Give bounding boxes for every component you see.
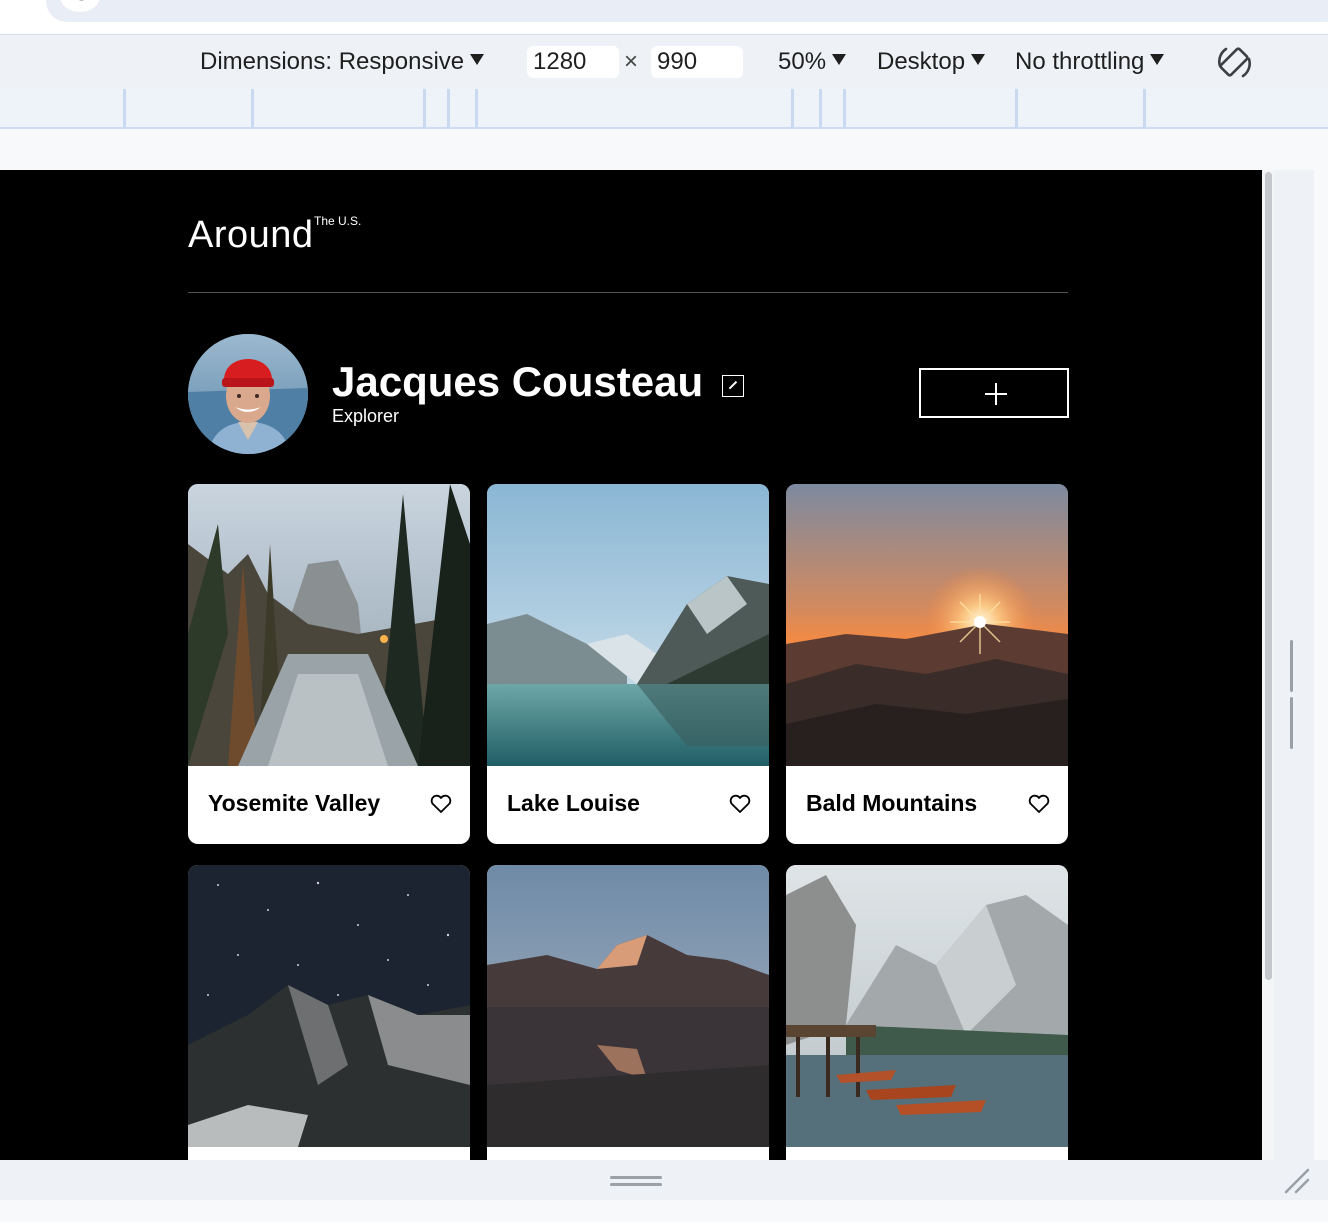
place-card — [786, 865, 1068, 1160]
place-card — [487, 865, 769, 1160]
media-query-bar — [0, 89, 1328, 129]
profile-avatar[interactable] — [188, 334, 308, 454]
media-query-marker[interactable] — [1015, 89, 1018, 127]
width-input[interactable]: 1280 — [527, 46, 619, 78]
height-input[interactable]: 990 — [651, 46, 743, 78]
place-card: Bald Mountains — [786, 484, 1068, 844]
caret-down-icon — [1150, 54, 1165, 65]
caret-down-icon — [832, 54, 847, 65]
header-divider — [188, 292, 1068, 293]
place-image[interactable] — [487, 865, 769, 1147]
browser-top-strip — [0, 0, 1328, 34]
media-query-marker[interactable] — [447, 89, 450, 127]
rotate-icon[interactable] — [1216, 44, 1254, 82]
caret-down-icon — [971, 54, 986, 65]
right-resize-handle[interactable] — [1290, 640, 1302, 749]
bottom-resize-handle[interactable] — [610, 1176, 662, 1188]
place-image[interactable] — [188, 865, 470, 1147]
place-image[interactable] — [786, 484, 1068, 766]
place-card: Lake Louise — [487, 484, 769, 844]
caret-down-icon — [470, 54, 485, 65]
media-query-marker[interactable] — [791, 89, 794, 127]
place-card: Yosemite Valley — [188, 484, 470, 844]
edit-profile-button[interactable] — [722, 375, 744, 397]
add-place-button[interactable] — [919, 368, 1069, 418]
media-query-marker[interactable] — [819, 89, 822, 127]
media-query-marker[interactable] — [423, 89, 426, 127]
place-image[interactable] — [786, 865, 1068, 1147]
logo-text: Around — [188, 214, 314, 256]
site-logo[interactable]: Around The U.S. — [188, 214, 361, 257]
logo-superscript: The U.S. — [314, 214, 362, 228]
emulated-viewport: Around The U.S. Jacques Cousteau Explore… — [0, 170, 1262, 1160]
throttling-dropdown[interactable]: No throttling — [1015, 47, 1165, 77]
zoom-label: 50% — [778, 48, 827, 75]
heart-icon[interactable] — [430, 794, 452, 814]
dimensions-dropdown[interactable]: Dimensions: Responsive — [200, 47, 485, 77]
viewport-scrollbar-thumb[interactable] — [1265, 172, 1272, 980]
bottom-resize-gutter — [0, 1160, 1328, 1200]
profile-name: Jacques Cousteau — [332, 358, 704, 405]
profile-role: Explorer — [332, 406, 400, 426]
place-title: Lake Louise — [507, 790, 640, 816]
dimensions-label: Dimensions: Responsive — [200, 48, 465, 75]
times-symbol: × — [624, 48, 639, 75]
corner-resize-icon[interactable] — [1282, 1166, 1310, 1194]
heart-icon[interactable] — [1028, 794, 1050, 814]
media-query-marker[interactable] — [123, 89, 126, 127]
throttling-label: No throttling — [1015, 48, 1145, 75]
address-bar[interactable] — [46, 0, 1328, 22]
place-title: Bald Mountains — [806, 790, 978, 816]
media-query-marker[interactable] — [475, 89, 478, 127]
place-image[interactable] — [487, 484, 769, 766]
heart-icon[interactable] — [729, 794, 751, 814]
media-query-marker[interactable] — [843, 89, 846, 127]
media-query-marker[interactable] — [1143, 89, 1146, 127]
device-toolbar: Dimensions: Responsive 1280 × 990 50% De… — [0, 34, 1328, 90]
zoom-dropdown[interactable]: 50% — [778, 47, 847, 77]
place-image[interactable] — [188, 484, 470, 766]
place-card — [188, 865, 470, 1160]
device-type-dropdown[interactable]: Desktop — [877, 47, 986, 77]
media-query-marker[interactable] — [251, 89, 254, 127]
device-type-label: Desktop — [877, 48, 966, 75]
place-title: Yosemite Valley — [208, 790, 381, 816]
